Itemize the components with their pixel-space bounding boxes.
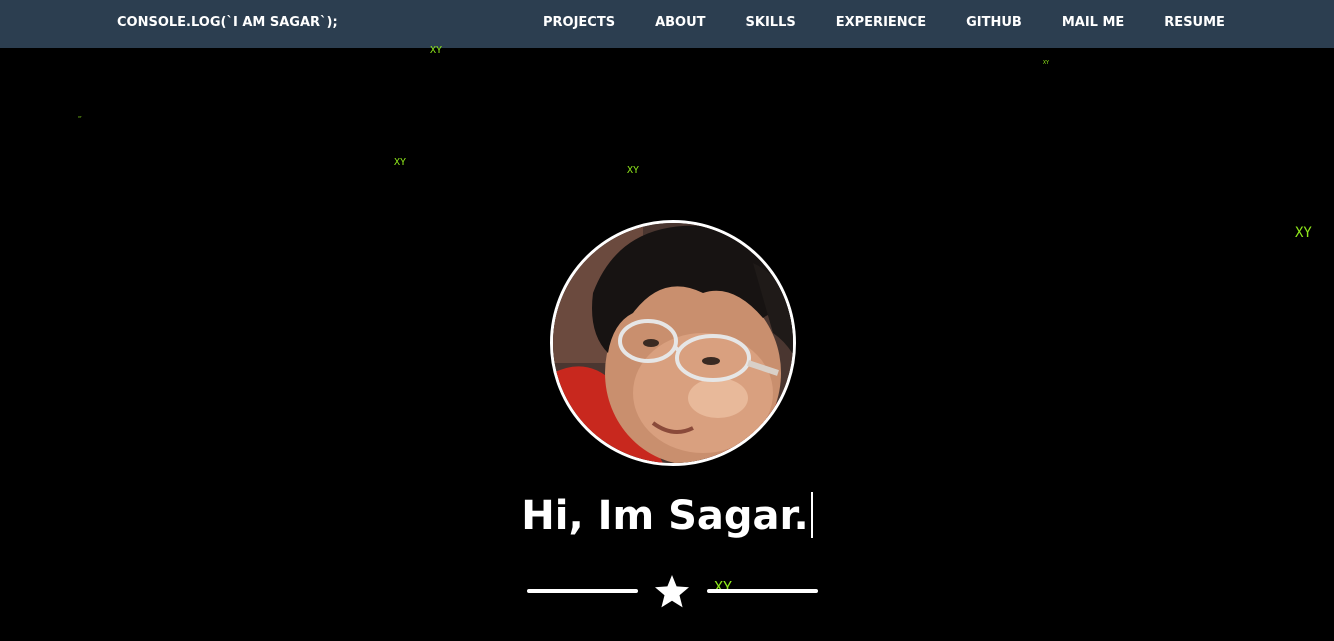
- matrix-glyph: XY: [627, 165, 640, 176]
- matrix-glyph: XY: [1295, 225, 1312, 241]
- nav-link-github[interactable]: GITHUB: [946, 0, 1042, 45]
- page: CONSOLE.LOG(`I AM SAGAR`); PROJECTS ABOU…: [0, 0, 1334, 641]
- nav-link-mail-me[interactable]: MAIL ME: [1042, 0, 1144, 45]
- matrix-glyph: XY: [430, 45, 443, 56]
- nav-link-resume[interactable]: RESUME: [1144, 0, 1245, 45]
- hero-greeting-text: Hi, Im Sagar.: [521, 493, 809, 539]
- divider-line-left: [527, 589, 638, 593]
- divider-line-right: [707, 589, 818, 593]
- matrix-glyph: XY: [78, 115, 82, 119]
- nav-link-projects[interactable]: PROJECTS: [523, 0, 635, 45]
- nav-link-experience[interactable]: EXPERIENCE: [816, 0, 946, 45]
- profile-photo-illustration: [553, 223, 793, 463]
- profile-photo: [550, 220, 796, 466]
- hero-greeting: Hi, Im Sagar.: [0, 487, 1334, 545]
- matrix-glyph: XY: [1043, 60, 1050, 66]
- nav-link-skills[interactable]: SKILLS: [726, 0, 816, 45]
- brand-link[interactable]: CONSOLE.LOG(`I AM SAGAR`);: [117, 0, 338, 45]
- matrix-glyph: XY: [394, 157, 407, 168]
- nav-link-about[interactable]: ABOUT: [635, 0, 725, 45]
- star-icon: [655, 575, 689, 608]
- typing-cursor: [810, 492, 813, 538]
- navbar: CONSOLE.LOG(`I AM SAGAR`); PROJECTS ABOU…: [0, 0, 1334, 48]
- nav-links: PROJECTS ABOUT SKILLS EXPERIENCE GITHUB …: [523, 0, 1239, 45]
